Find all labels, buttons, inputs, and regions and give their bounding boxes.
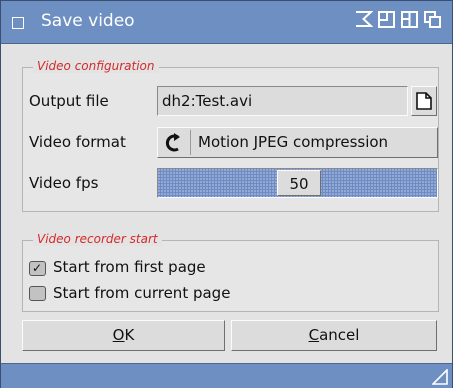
output-file-field[interactable]: dh2:Test.avi [157,86,408,116]
resize-icon[interactable] [432,369,448,385]
title-bar[interactable]: Save video [1,1,452,44]
start-current-page-label[interactable]: Start from current page [53,284,230,302]
video-format-label: Video format [29,133,126,151]
video-fps-slider[interactable]: 50 [157,168,438,198]
video-configuration-group: Video configuration Output file dh2:Test… [22,59,439,212]
file-icon [416,92,432,110]
ok-button-mnemonic: O [112,326,125,344]
depth-icon[interactable] [423,10,442,29]
start-first-page-checkbox[interactable]: ✓ [29,261,46,276]
cycle-separator [190,130,191,155]
window-bottom-bar [1,363,452,388]
output-file-label: Output file [29,92,109,110]
zoom-icon[interactable] [377,10,396,29]
cancel-button-label: ancel [319,326,360,344]
video-configuration-label: Video configuration [33,59,159,73]
save-video-window: Save video Video configuration Output fi… [0,0,453,388]
file-requester-button[interactable] [411,86,437,116]
video-fps-knob[interactable]: 50 [277,170,321,196]
cancel-button-mnemonic: C [308,326,320,344]
title-bar-gadgets [354,10,442,29]
iconify-icon[interactable] [354,10,373,29]
checkmark-icon: ✓ [32,261,43,275]
start-current-page-checkbox[interactable] [29,286,46,301]
video-fps-label: Video fps [29,174,99,192]
ok-button-label: K [124,326,135,344]
video-recorder-start-group: Video recorder start ✓ Start from first … [22,232,439,312]
snapshot-icon[interactable] [400,10,419,29]
cancel-button[interactable]: Cancel [231,320,437,351]
ok-button[interactable]: OK [22,320,225,351]
start-first-page-label[interactable]: Start from first page [53,258,206,276]
video-format-cycle[interactable]: Motion JPEG compression [157,127,438,158]
video-recorder-start-label: Video recorder start [33,232,162,246]
video-format-value: Motion JPEG compression [198,133,389,151]
cycle-icon [165,133,180,152]
window-title: Save video [41,11,135,31]
close-gadget[interactable] [12,17,24,29]
